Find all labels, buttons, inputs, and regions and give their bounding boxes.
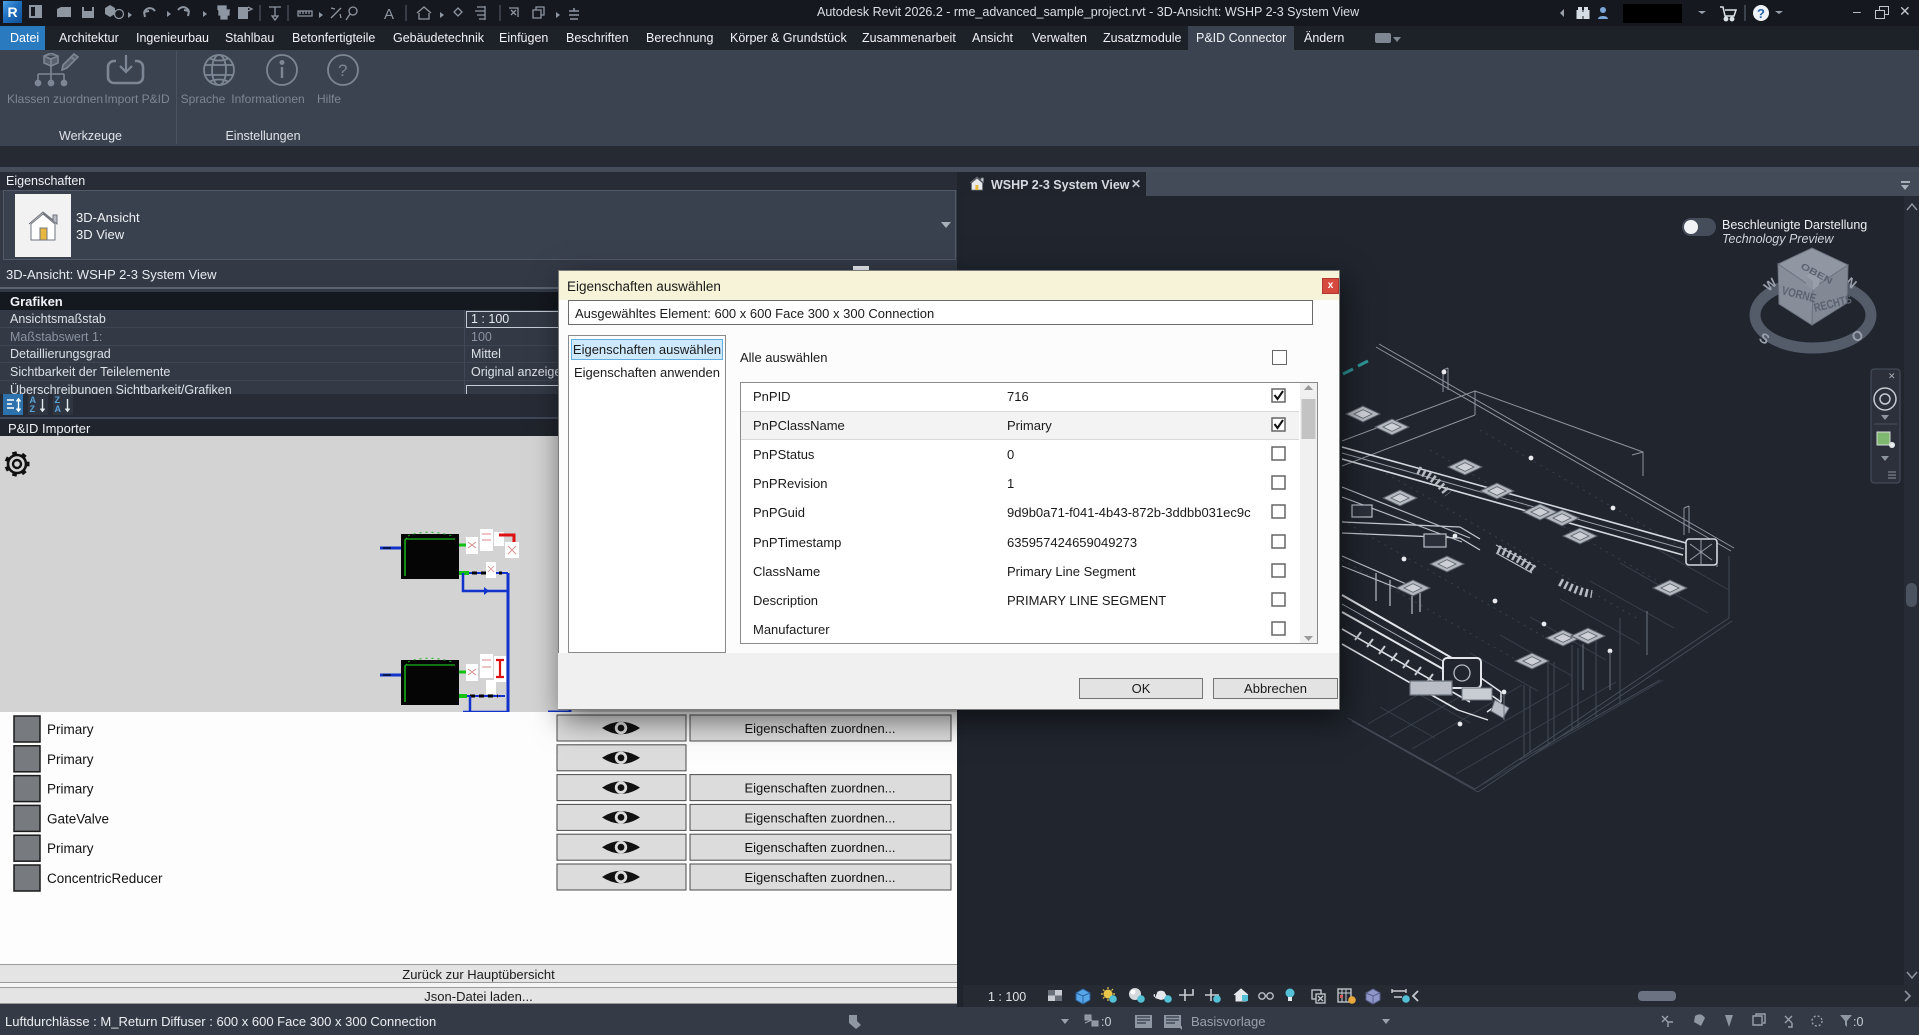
svg-text:PRIMARY LINE SEGMENT: PRIMARY LINE SEGMENT (1007, 593, 1166, 608)
svg-text:PnPRevision: PnPRevision (753, 476, 827, 491)
svg-text::0: :0 (1101, 1015, 1111, 1029)
svg-text:Description: Description (753, 593, 818, 608)
svg-text:Eigenschaften zuordnen...: Eigenschaften zuordnen... (744, 870, 895, 885)
svg-text:Eigenschaften zuordnen...: Eigenschaften zuordnen... (744, 840, 895, 855)
svg-text:?: ? (1757, 6, 1765, 21)
svg-text:9d9b0a71-f041-4b43-872b-3ddbb0: 9d9b0a71-f041-4b43-872b-3ddbb031ec9c (1007, 505, 1251, 520)
svg-text:PnPGuid: PnPGuid (753, 505, 805, 520)
svg-text:Primary: Primary (47, 841, 94, 856)
svg-text:1: 1 (1007, 476, 1014, 491)
svg-text:PnPTimestamp: PnPTimestamp (753, 535, 841, 550)
svg-text:Manufacturer: Manufacturer (753, 622, 830, 637)
svg-text:PnPStatus: PnPStatus (753, 447, 815, 462)
svg-text::0: :0 (1853, 1015, 1863, 1029)
svg-text:Primary: Primary (47, 782, 94, 797)
svg-text:Beschleunigte Darstellung: Beschleunigte Darstellung (1722, 218, 1867, 232)
svg-text:Primary: Primary (1007, 418, 1052, 433)
svg-text:PnPID: PnPID (753, 389, 791, 404)
svg-text:✕: ✕ (1888, 371, 1896, 381)
svg-text:GateValve: GateValve (47, 811, 109, 826)
svg-text:?: ? (338, 61, 347, 80)
svg-text:Primary Line Segment: Primary Line Segment (1007, 564, 1136, 579)
svg-text:PnPClassName: PnPClassName (753, 418, 845, 433)
svg-text:716: 716 (1007, 389, 1029, 404)
svg-text:Eigenschaften zuordnen...: Eigenschaften zuordnen... (744, 810, 895, 825)
svg-text:0: 0 (1007, 447, 1014, 462)
svg-text:Eigenschaften zuordnen...: Eigenschaften zuordnen... (744, 721, 895, 736)
svg-text:ClassName: ClassName (753, 564, 820, 579)
svg-text:Technology Preview: Technology Preview (1722, 232, 1834, 246)
svg-text:Eigenschaften zuordnen...: Eigenschaften zuordnen... (744, 781, 895, 796)
svg-text:635957424659049273: 635957424659049273 (1007, 535, 1137, 550)
svg-text:Z: Z (30, 404, 36, 414)
svg-text:Primary: Primary (47, 722, 94, 737)
svg-text:ConcentricReducer: ConcentricReducer (47, 871, 163, 886)
svg-text:Primary: Primary (47, 752, 94, 767)
svg-text:A: A (384, 6, 394, 23)
svg-text:Basisvorlage: Basisvorlage (1191, 1014, 1265, 1029)
svg-text:A: A (55, 404, 62, 414)
